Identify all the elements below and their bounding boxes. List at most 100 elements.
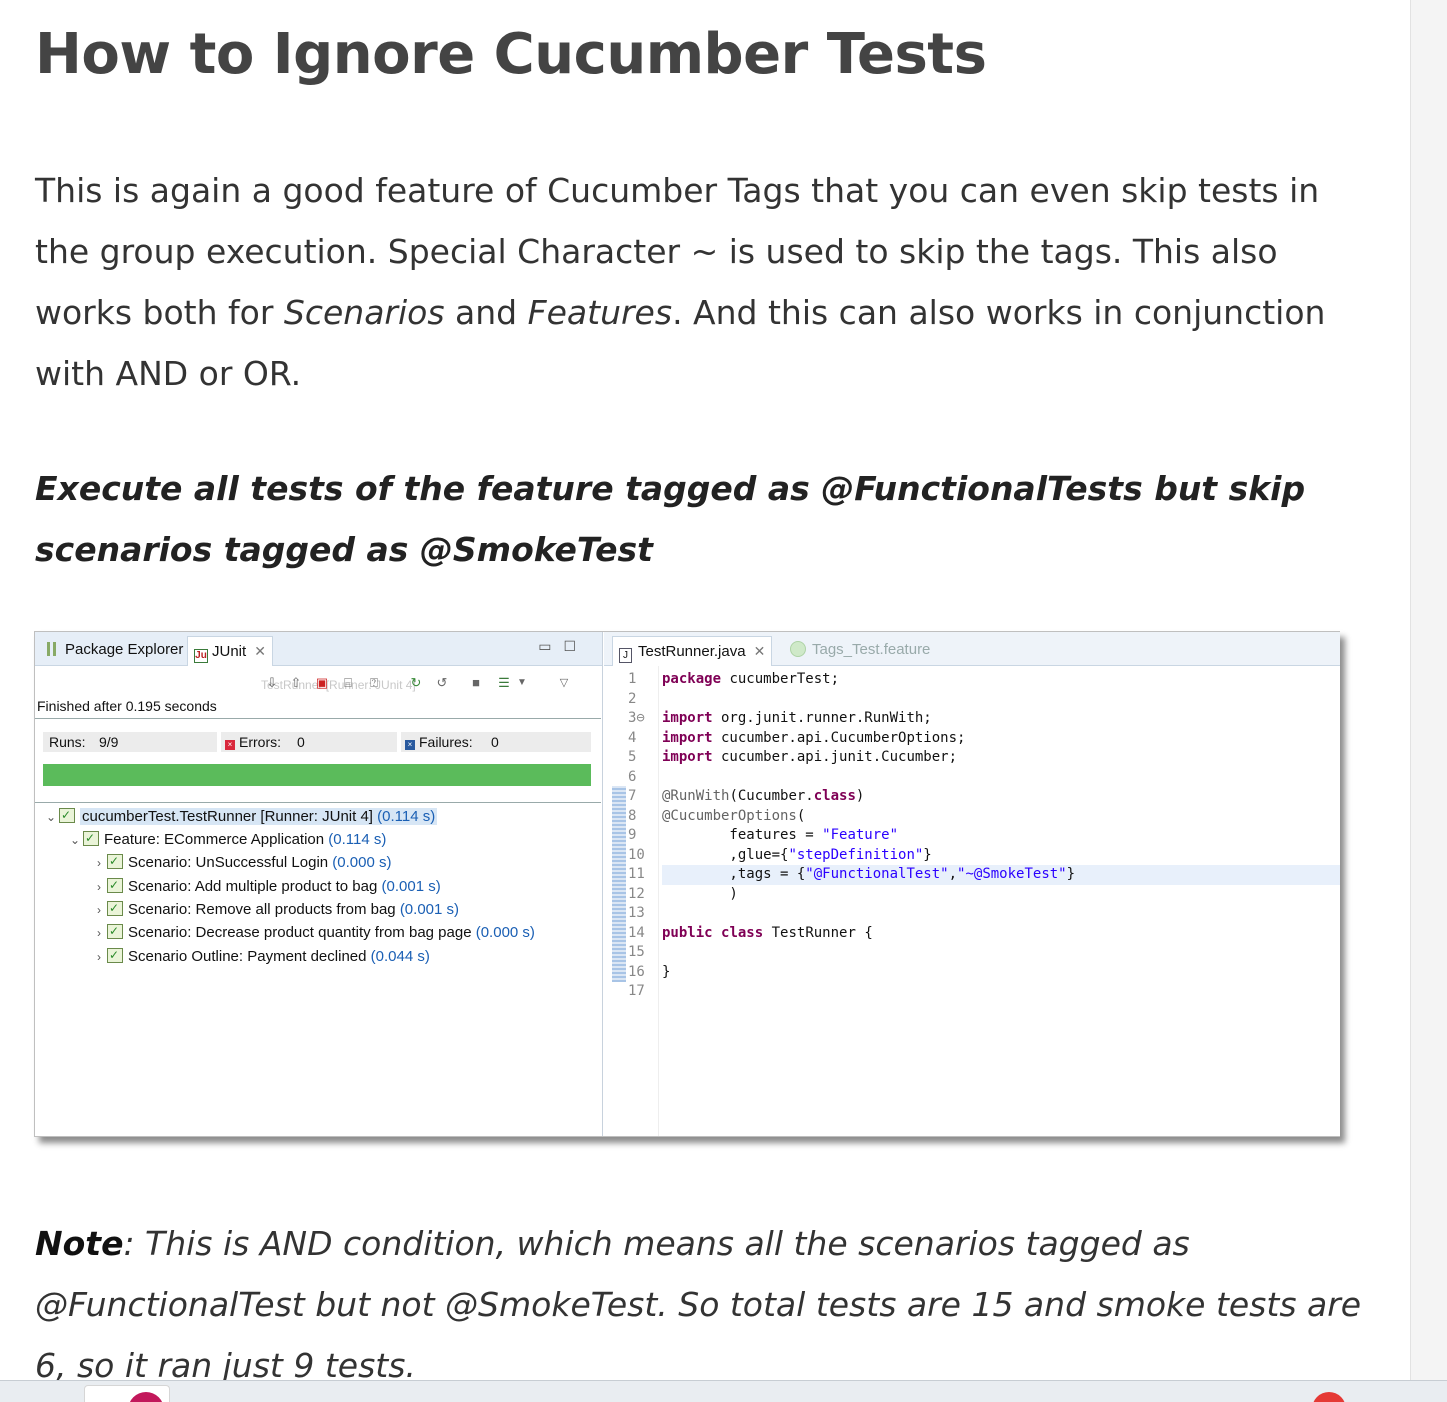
suite-passed-icon <box>59 804 75 826</box>
chevron-down-icon[interactable]: ⌄ <box>67 829 83 851</box>
editor-tabbar: J TestRunner.java ✕ Tags_Test.feature <box>604 632 1340 666</box>
code-line: features = "Feature" <box>662 827 899 843</box>
suite-passed-icon <box>107 897 123 919</box>
line-number: 1 <box>628 671 637 687</box>
junit-view: Package Explorer Ju JUnit ✕ ▭☐ TestRunner … <box>35 632 603 1136</box>
code-editor: J TestRunner.java ✕ Tags_Test.feature 1 2 3⊖… <box>604 632 1340 1136</box>
note-text: : This is AND condition, which means all… <box>35 1224 1362 1380</box>
java-file-icon: J <box>619 648 632 663</box>
error-icon: × <box>225 740 235 750</box>
close-icon[interactable]: ✕ <box>754 643 766 659</box>
view-menu-icon[interactable]: ▽ <box>555 674 573 692</box>
line-number: 3⊖ <box>628 710 645 726</box>
maximize-icon[interactable]: ☐ <box>563 638 588 654</box>
previous-failure-icon[interactable]: ⇧ <box>287 674 305 692</box>
note-label: Note <box>35 1224 124 1263</box>
note-paragraph: Note: This is AND condition, which means… <box>35 1213 1365 1380</box>
close-icon[interactable]: ✕ <box>254 643 266 659</box>
line-number: 11 <box>628 866 645 882</box>
code-line: } <box>662 963 671 980</box>
line-number: 7 <box>628 788 637 804</box>
tree-item-scenario[interactable]: ›Scenario: UnSuccessful Login (0.000 s) <box>91 850 392 874</box>
line-number: 5 <box>628 749 637 765</box>
change-marker-strip <box>612 786 626 982</box>
code-line: ) <box>662 885 738 902</box>
chevron-right-icon[interactable]: › <box>91 899 107 921</box>
tree-item-feature[interactable]: ⌄Feature: ECommerce Application (0.114 s… <box>67 827 386 851</box>
eclipse-screenshot: Package Explorer Ju JUnit ✕ ▭☐ TestRunner … <box>34 631 1340 1137</box>
show-failures-only-icon[interactable]: ▣ <box>313 674 331 692</box>
line-number: 6 <box>628 768 637 785</box>
tab-junit[interactable]: Ju JUnit ✕ <box>187 636 273 666</box>
test-progress-bar <box>43 764 591 786</box>
next-failure-icon[interactable]: ⇩ <box>263 674 281 692</box>
junit-toolbar: TestRunner [Runner: JUnit 4] ⇩ ⇧ ▣ ⌸ ⍰ ↻… <box>255 672 585 698</box>
code-line: import org.junit.runner.RunWith; <box>662 710 932 726</box>
tree-item-test-runner[interactable]: ⌄cucumberTest.TestRunner [Runner: JUnit … <box>43 804 438 828</box>
line-number: 2 <box>628 690 637 707</box>
rerun-failed-icon[interactable]: ↺ <box>433 674 451 692</box>
chevron-right-icon[interactable]: › <box>91 852 107 874</box>
tab-testrunner-java[interactable]: J TestRunner.java ✕ <box>612 636 773 666</box>
divider <box>35 802 601 803</box>
tree-item-scenario-outline[interactable]: ›Scenario Outline: Payment declined (0.0… <box>91 944 430 968</box>
line-number: 4 <box>628 729 637 746</box>
chevron-down-icon[interactable]: ⌄ <box>43 806 59 828</box>
history-dropdown-icon[interactable]: ▼ <box>513 674 531 692</box>
code-line: public class TestRunner { <box>662 924 873 941</box>
code-line: package cucumberTest; <box>662 671 840 687</box>
finished-status: Finished after 0.195 seconds <box>37 698 217 714</box>
chevron-right-icon[interactable]: › <box>91 946 107 968</box>
errors-label-wrap: × Errors: <box>225 734 281 750</box>
scroll-lock-icon[interactable]: ⌸ <box>339 674 357 692</box>
test-counters: Runs: 9/9 × Errors: 0 × Failures: 0 <box>35 732 601 754</box>
suite-passed-icon <box>107 874 123 896</box>
suite-passed-icon <box>107 944 123 966</box>
line-number: 17 <box>628 983 645 999</box>
chevron-right-icon[interactable]: › <box>91 922 107 944</box>
tree-item-scenario[interactable]: ›Scenario: Add multiple product to bag (… <box>91 874 441 898</box>
intro-em-features: Features <box>527 293 673 332</box>
minimize-icon[interactable]: ▭ <box>538 638 563 654</box>
line-number: 12 <box>628 885 645 902</box>
package-explorer-icon <box>47 642 61 656</box>
rerun-icon[interactable]: ↻ <box>407 674 425 692</box>
intro-paragraph: This is again a good feature of Cucumber… <box>35 160 1365 404</box>
tree-item-scenario[interactable]: ›Scenario: Remove all products from bag … <box>91 897 459 921</box>
code-line: @RunWith(Cucumber.class) <box>662 788 865 804</box>
example-heading: Execute all tests of the feature tagged … <box>35 469 1306 569</box>
intro-em-scenarios: Scenarios <box>283 293 445 332</box>
intro-text-2: and <box>444 293 528 332</box>
line-number: 10 <box>628 846 645 863</box>
code-line: ,glue={"stepDefinition"} <box>662 846 932 863</box>
window-controls[interactable]: ▭☐ <box>538 638 588 655</box>
tab-package-explorer[interactable]: Package Explorer <box>41 636 189 666</box>
stop-icon[interactable]: ■ <box>467 674 485 692</box>
failure-icon: × <box>405 740 415 750</box>
junit-icon: Ju <box>194 649 208 663</box>
page-scroll-gutter[interactable] <box>1410 0 1447 1380</box>
taskbar-app-icon[interactable] <box>1312 1392 1346 1402</box>
line-number: 9 <box>628 827 637 843</box>
article: How to Ignore Cucumber Tests This is aga… <box>0 0 1410 1380</box>
show-skipped-icon[interactable]: ⍰ <box>365 674 383 692</box>
line-number: 16 <box>628 963 645 980</box>
line-number: 8 <box>628 807 637 824</box>
code-line-current: ,tags = {"@FunctionalTest","~@SmokeTest"… <box>662 865 1340 885</box>
divider <box>35 718 601 719</box>
chevron-right-icon[interactable]: › <box>91 876 107 898</box>
code-line: import cucumber.api.CucumberOptions; <box>662 729 966 746</box>
taskbar <box>0 1380 1447 1402</box>
history-icon[interactable]: ☰ <box>495 674 513 692</box>
code-line: @CucumberOptions( <box>662 807 806 824</box>
suite-passed-icon <box>107 850 123 872</box>
tree-item-scenario[interactable]: ›Scenario: Decrease product quantity fro… <box>91 920 535 944</box>
line-number: 15 <box>628 944 645 960</box>
page-title: How to Ignore Cucumber Tests <box>35 22 987 87</box>
suite-passed-icon <box>107 920 123 942</box>
code-line: import cucumber.api.junit.Cucumber; <box>662 749 958 765</box>
failures-label: Failures: <box>419 734 473 750</box>
failures-value: 0 <box>491 734 499 750</box>
tab-tags-test-feature[interactable]: Tags_Test.feature <box>784 636 936 666</box>
junit-tabbar: Package Explorer Ju JUnit ✕ ▭☐ <box>35 632 602 666</box>
